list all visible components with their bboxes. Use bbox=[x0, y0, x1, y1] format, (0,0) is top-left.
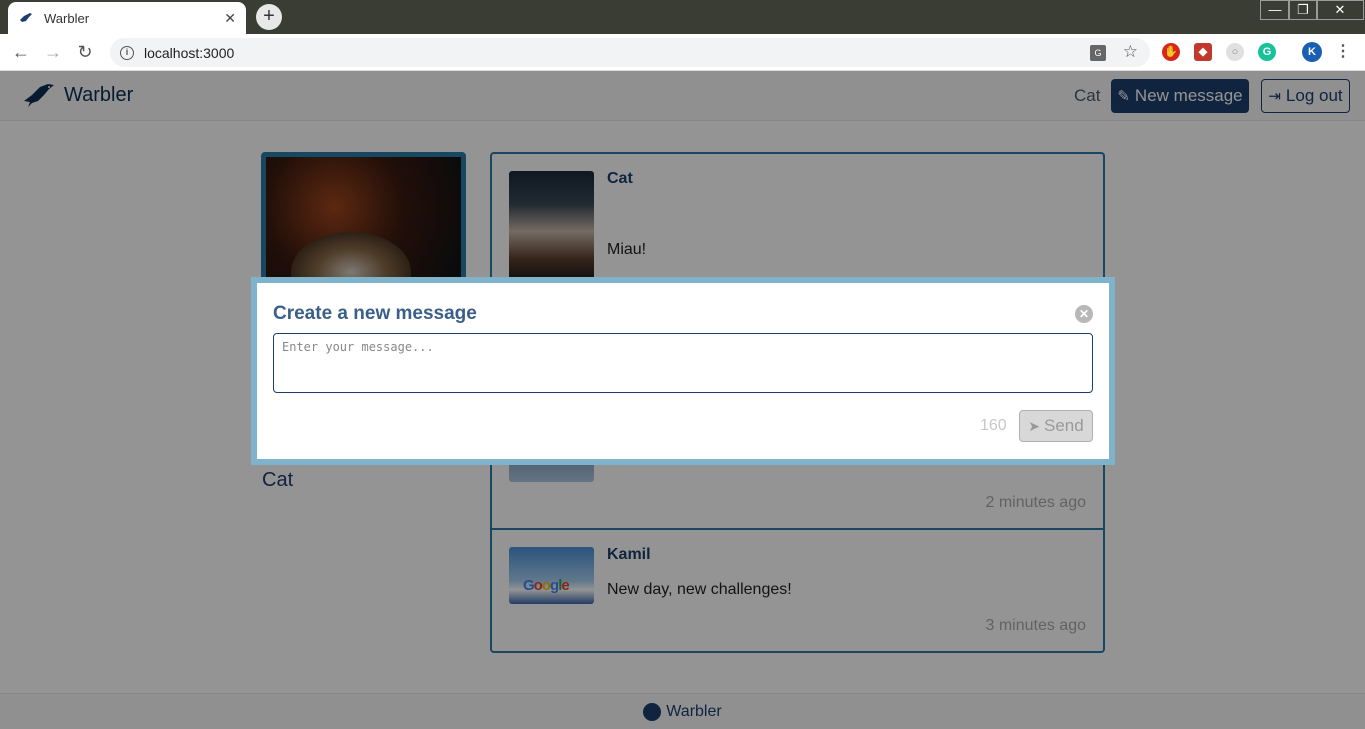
browser-tab[interactable]: Warbler ✕ bbox=[8, 2, 246, 34]
char-counter: 160 bbox=[980, 417, 1007, 434]
close-window-button[interactable]: ✕ bbox=[1316, 0, 1364, 20]
url-text: localhost:3000 bbox=[144, 44, 235, 61]
reload-icon[interactable]: ↻ bbox=[74, 42, 96, 64]
modal-title: Create a new message bbox=[273, 303, 477, 324]
message-input[interactable] bbox=[273, 333, 1093, 393]
forward-icon[interactable]: → bbox=[42, 42, 64, 64]
extension-icon[interactable]: ○ bbox=[1226, 43, 1244, 61]
browser-titlebar: Warbler ✕ + — ❐ ✕ bbox=[0, 0, 1365, 34]
adblock-extension-icon[interactable]: ✋ bbox=[1162, 43, 1180, 61]
tab-title: Warbler bbox=[44, 10, 90, 26]
address-bar[interactable]: i localhost:3000 G ☆ bbox=[110, 38, 1150, 67]
close-tab-icon[interactable]: ✕ bbox=[224, 10, 236, 27]
send-button[interactable]: ➤ Send bbox=[1019, 410, 1093, 442]
new-message-modal: Create a new message ✕ 160 ➤ Send bbox=[251, 277, 1115, 465]
translate-icon[interactable]: G bbox=[1090, 45, 1106, 61]
close-icon[interactable]: ✕ bbox=[1075, 305, 1093, 323]
minimize-window-button[interactable]: — bbox=[1260, 0, 1290, 20]
new-tab-button[interactable]: + bbox=[256, 4, 282, 30]
browser-toolbar: ← → ↻ i localhost:3000 G ☆ ✋ ◆ ○ G K ⋮ bbox=[0, 34, 1365, 71]
bookmark-star-icon[interactable]: ☆ bbox=[1123, 42, 1138, 62]
site-info-icon[interactable]: i bbox=[120, 45, 134, 60]
back-icon[interactable]: ← bbox=[10, 42, 32, 64]
grammarly-extension-icon[interactable]: G bbox=[1258, 43, 1276, 61]
paper-plane-icon: ➤ bbox=[1028, 417, 1041, 434]
send-label: Send bbox=[1044, 416, 1084, 435]
browser-menu-icon[interactable]: ⋮ bbox=[1334, 43, 1352, 61]
extension-icon[interactable]: ◆ bbox=[1194, 43, 1212, 61]
bird-icon bbox=[18, 10, 34, 26]
maximize-window-button[interactable]: ❐ bbox=[1288, 0, 1318, 20]
profile-avatar[interactable]: K bbox=[1302, 42, 1322, 62]
